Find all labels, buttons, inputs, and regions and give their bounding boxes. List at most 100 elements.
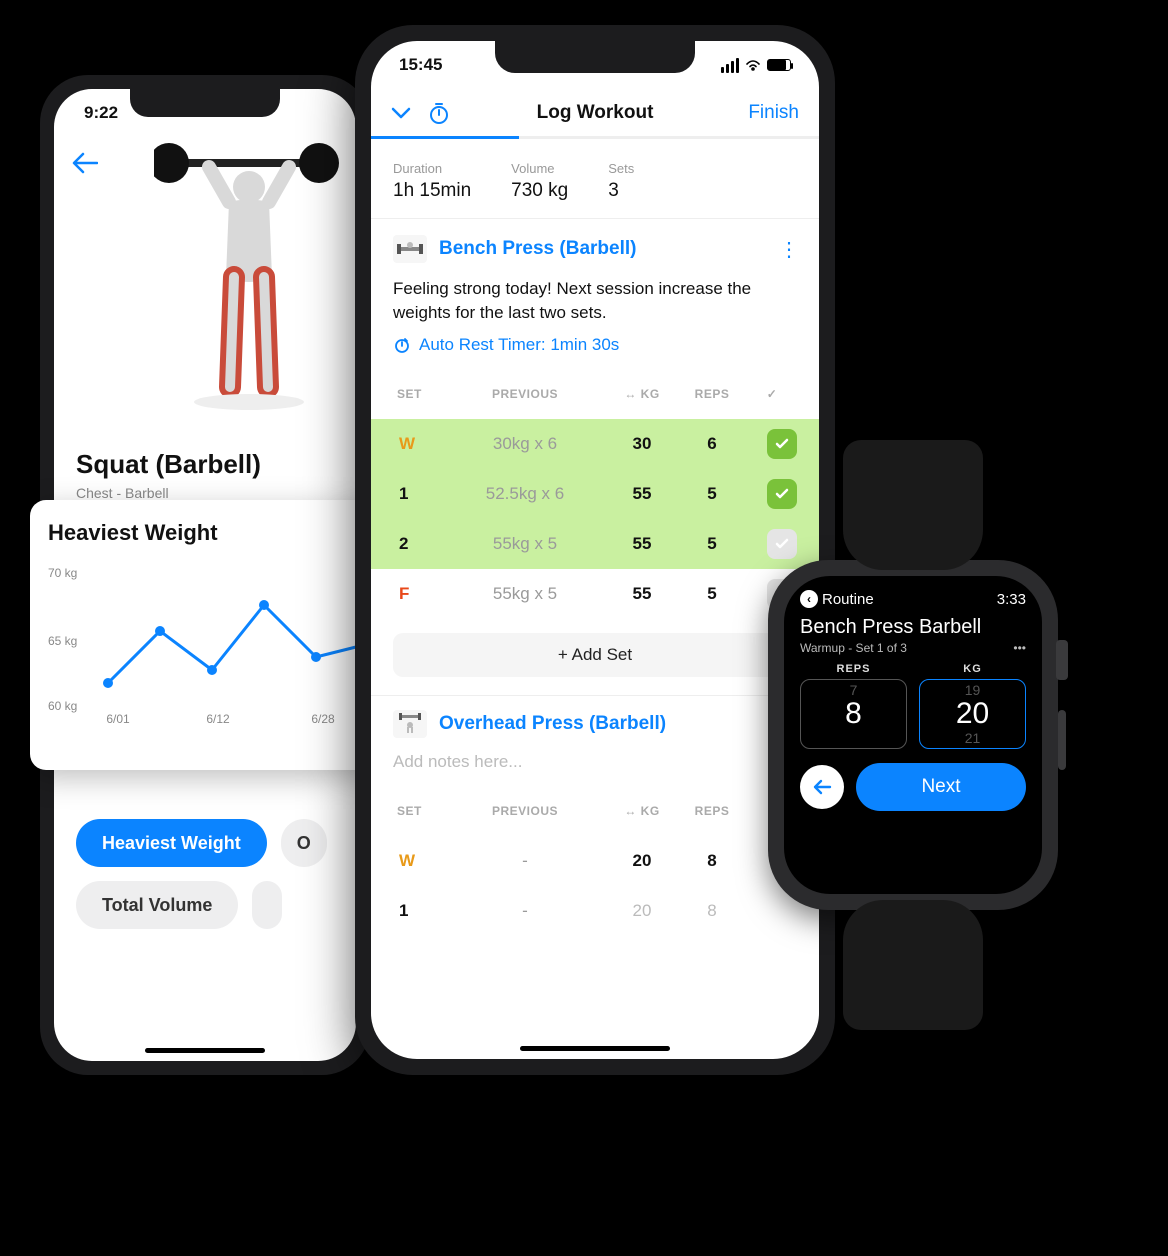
exercise-illustration bbox=[154, 137, 344, 417]
pill-one-rm[interactable]: O bbox=[281, 819, 327, 867]
set-table: SET PREVIOUS ↔ KG REPS W-2081-208 bbox=[393, 786, 797, 936]
set-previous: 30kg x 6 bbox=[443, 434, 607, 454]
stat-duration: Duration 1h 15min bbox=[393, 161, 471, 202]
rest-timer-label: Auto Rest Timer: 1min 30s bbox=[419, 335, 619, 355]
set-row[interactable]: 1-208 bbox=[371, 886, 819, 936]
set-previous: - bbox=[443, 851, 607, 871]
col-reps: REPS bbox=[677, 804, 747, 818]
reps-picker[interactable]: REPS 7 8 bbox=[800, 663, 907, 749]
side-button[interactable] bbox=[1058, 710, 1066, 770]
set-check-button[interactable] bbox=[767, 529, 797, 559]
stat-label: Sets bbox=[608, 161, 634, 176]
notes-input[interactable]: Add notes here... bbox=[393, 752, 797, 772]
set-previous: 52.5kg x 6 bbox=[443, 484, 607, 504]
col-kg: ↔ KG bbox=[607, 387, 677, 401]
set-row[interactable]: W-208 bbox=[371, 836, 819, 886]
exercise-menu-icon[interactable]: ⋮ bbox=[779, 237, 797, 262]
pill-heaviest-weight[interactable]: Heaviest Weight bbox=[76, 819, 267, 867]
chevron-left-icon: ‹ bbox=[800, 590, 818, 608]
set-kg-input[interactable]: 30 bbox=[607, 434, 677, 454]
col-kg: ↔ KG bbox=[607, 804, 677, 818]
status-time: 9:22 bbox=[84, 103, 118, 123]
set-kg-input[interactable]: 55 bbox=[607, 534, 677, 554]
watch-next-button[interactable]: Next bbox=[856, 763, 1026, 811]
set-check-button[interactable] bbox=[767, 479, 797, 509]
stat-value: 730 kg bbox=[511, 180, 568, 202]
chart-title: Heaviest Weight bbox=[48, 520, 362, 546]
cellular-icon bbox=[721, 58, 739, 73]
set-table-header: SET PREVIOUS ↔ KG REPS bbox=[393, 786, 797, 836]
exercise-thumb-icon bbox=[393, 235, 427, 263]
phone-center-frame: 15:45 Log Workout Finish Duration 1h 15m… bbox=[355, 25, 835, 1075]
set-label: 1 bbox=[393, 901, 443, 921]
set-kg-input[interactable]: 20 bbox=[607, 851, 677, 871]
exercise-thumb-icon bbox=[393, 710, 427, 738]
exercise-subtitle: Chest - Barbell bbox=[76, 485, 169, 501]
col-set: SET bbox=[393, 387, 443, 401]
stat-label: Volume bbox=[511, 161, 568, 176]
finish-button[interactable]: Finish bbox=[748, 102, 799, 124]
digital-crown[interactable] bbox=[1056, 640, 1068, 680]
pill-more[interactable] bbox=[252, 881, 282, 929]
set-reps-input[interactable]: 8 bbox=[677, 901, 747, 921]
battery-icon bbox=[767, 59, 791, 71]
kg-picker[interactable]: KG 19 20 21 bbox=[919, 663, 1026, 749]
picker-label: KG bbox=[919, 663, 1026, 675]
watch-back-button[interactable]: ‹ Routine bbox=[800, 590, 874, 608]
workout-header: Log Workout Finish bbox=[371, 89, 819, 139]
stopwatch-icon bbox=[393, 336, 411, 354]
y-tick: 65 kg bbox=[48, 634, 77, 648]
watch-more-icon[interactable]: ••• bbox=[1013, 641, 1026, 655]
add-set-button[interactable]: + Add Set bbox=[393, 633, 797, 677]
set-kg-input[interactable]: 55 bbox=[607, 584, 677, 604]
chart-card: Heaviest Weight 70 kg 65 kg 60 kg 6/01 6… bbox=[30, 500, 380, 770]
set-check-cell bbox=[747, 479, 797, 509]
exercise-note[interactable]: Feeling strong today! Next session incre… bbox=[393, 277, 797, 325]
home-indicator[interactable] bbox=[145, 1048, 265, 1053]
home-indicator[interactable] bbox=[520, 1046, 670, 1051]
wifi-icon bbox=[745, 59, 761, 71]
back-button[interactable] bbox=[72, 149, 98, 181]
set-reps-input[interactable]: 8 bbox=[677, 851, 747, 871]
set-reps-input[interactable]: 5 bbox=[677, 484, 747, 504]
picker-dim: 19 bbox=[965, 682, 981, 698]
set-reps-input[interactable]: 5 bbox=[677, 584, 747, 604]
set-check-cell bbox=[747, 529, 797, 559]
line-chart bbox=[98, 556, 378, 706]
workout-body[interactable]: Bench Press (Barbell) ⋮ Feeling strong t… bbox=[371, 221, 819, 1059]
set-kg-input[interactable]: 20 bbox=[607, 901, 677, 921]
set-row[interactable]: 152.5kg x 6555 bbox=[371, 469, 819, 519]
stat-label: Duration bbox=[393, 161, 471, 176]
exercise-name[interactable]: Overhead Press (Barbell) bbox=[439, 713, 797, 735]
back-arrow-icon bbox=[72, 152, 98, 174]
picker-dim: 7 bbox=[850, 682, 858, 698]
set-kg-input[interactable]: 55 bbox=[607, 484, 677, 504]
watch-time: 3:33 bbox=[997, 591, 1026, 608]
exercise-block: Overhead Press (Barbell) Add notes here.… bbox=[371, 695, 819, 936]
pill-total-volume[interactable]: Total Volume bbox=[76, 881, 238, 929]
set-check-button[interactable] bbox=[767, 429, 797, 459]
stat-value: 1h 15min bbox=[393, 180, 471, 202]
set-table: SET PREVIOUS ↔ KG REPS ✓ W30kg x 6306152… bbox=[393, 369, 797, 619]
watch-pickers: REPS 7 8 KG 19 20 21 bbox=[800, 663, 1026, 749]
workout-stats: Duration 1h 15min Volume 730 kg Sets 3 bbox=[371, 149, 819, 219]
stat-filter-pills: Heaviest Weight O Total Volume bbox=[76, 819, 334, 929]
exercise-block: Bench Press (Barbell) ⋮ Feeling strong t… bbox=[371, 221, 819, 677]
col-set: SET bbox=[393, 804, 443, 818]
rest-timer-button[interactable]: Auto Rest Timer: 1min 30s bbox=[393, 335, 797, 355]
set-reps-input[interactable]: 6 bbox=[677, 434, 747, 454]
set-previous: 55kg x 5 bbox=[443, 534, 607, 554]
col-reps: REPS bbox=[677, 387, 747, 401]
x-tick: 6/28 bbox=[311, 712, 334, 726]
watch-prev-button[interactable] bbox=[800, 765, 844, 809]
timer-icon[interactable] bbox=[427, 101, 451, 125]
set-row[interactable]: W30kg x 6306 bbox=[371, 419, 819, 469]
set-reps-input[interactable]: 5 bbox=[677, 534, 747, 554]
watch-frame: ‹ Routine 3:33 Bench Press Barbell Warmu… bbox=[768, 560, 1058, 910]
chevron-down-icon[interactable] bbox=[391, 106, 411, 120]
watch-exercise-title: Bench Press Barbell bbox=[800, 616, 1026, 639]
exercise-name[interactable]: Bench Press (Barbell) bbox=[439, 238, 767, 260]
set-row[interactable]: F55kg x 5555 bbox=[371, 569, 819, 619]
status-icons bbox=[721, 58, 791, 73]
set-row[interactable]: 255kg x 5555 bbox=[371, 519, 819, 569]
